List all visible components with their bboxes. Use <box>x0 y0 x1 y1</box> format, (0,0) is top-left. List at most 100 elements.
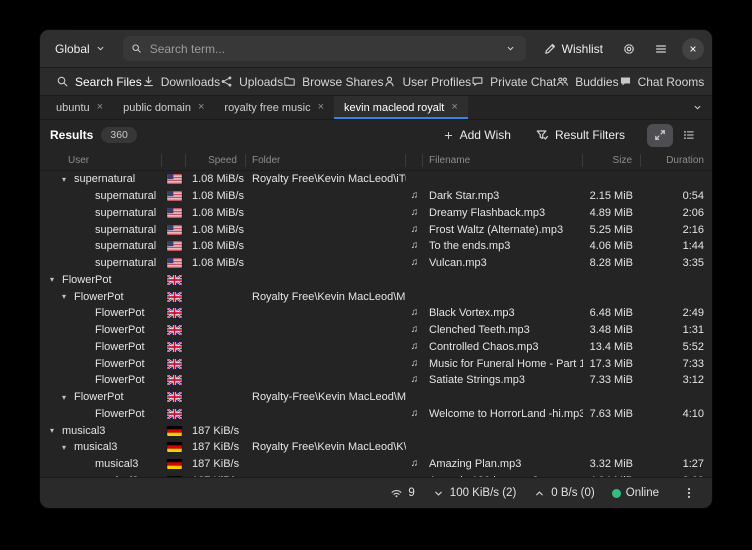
expander-icon[interactable]: ▾ <box>59 393 69 402</box>
column-header-user[interactable]: User <box>40 154 162 167</box>
list-view-toggle[interactable] <box>676 124 702 147</box>
add-wish-button[interactable]: Add Wish <box>435 124 519 146</box>
country-flag-cell <box>162 325 186 335</box>
column-header-folder[interactable]: Folder <box>246 154 406 167</box>
size-cell: 7.33 MiB <box>583 374 641 386</box>
table-row[interactable]: musical3187 KiB/s♫Amazing Plan.mp33.32 M… <box>40 456 712 473</box>
wishlist-button[interactable]: Wishlist <box>536 38 610 60</box>
gb-flag-icon <box>167 292 182 302</box>
table-row[interactable]: supernatural1.08 MiB/s♫Frost Waltz (Alte… <box>40 221 712 238</box>
status-bar: 9 100 KiB/s (2) 0 B/s (0) Online <box>40 477 712 508</box>
column-header-size[interactable]: Size <box>583 154 641 167</box>
toolbar-item-search-files[interactable]: Search Files <box>56 75 142 89</box>
toolbar-item-private-chat[interactable]: Private Chat <box>471 75 556 89</box>
table-row[interactable]: ▾FlowerPot <box>40 272 712 289</box>
us-flag-icon <box>167 258 182 268</box>
search-tab-royalty-free-music[interactable]: royalty free music× <box>214 96 334 119</box>
filename-cell: Music for Funeral Home - Part 11.m <box>423 358 583 370</box>
window-close-button[interactable] <box>682 38 704 60</box>
table-row[interactable]: ▾supernatural1.08 MiB/sRoyalty Free\Kevi… <box>40 171 712 188</box>
table-row[interactable]: supernatural1.08 MiB/s♫Vulcan.mp38.28 Mi… <box>40 255 712 272</box>
expander-icon[interactable]: ▾ <box>47 275 57 284</box>
toolbar-item-uploads[interactable]: Uploads <box>220 75 283 89</box>
search-tab-kevin-macleod-royalt[interactable]: kevin macleod royalt × <box>334 96 468 119</box>
online-status-button[interactable]: Online <box>612 487 659 499</box>
table-row[interactable]: ▾musical3187 KiB/sRoyalty Free\Kevin Mac… <box>40 439 712 456</box>
filetype-cell: ♫ <box>406 225 423 235</box>
country-flag-cell <box>162 342 186 352</box>
tab-close-icon[interactable]: × <box>451 102 457 113</box>
expand-collapse-toggle[interactable] <box>647 124 673 147</box>
toolbar-item-user-profiles[interactable]: User Profiles <box>383 75 471 89</box>
chatrooms-icon <box>619 75 632 88</box>
tab-close-icon[interactable]: × <box>198 102 204 113</box>
table-row[interactable]: FlowerPot♫Clenched Teeth.mp33.48 MiB1:31 <box>40 322 712 339</box>
search-input[interactable] <box>148 41 493 57</box>
upload-speed-status[interactable]: 0 B/s (0) <box>533 487 594 500</box>
toolbar-item-chat-rooms[interactable]: Chat Rooms <box>619 75 705 89</box>
duration-cell: 4:10 <box>641 408 712 420</box>
download-speed-status[interactable]: 100 KiB/s (2) <box>432 487 516 500</box>
filetype-cell: ♫ <box>406 459 423 469</box>
table-row[interactable]: ▾FlowerPotRoyalty Free\Kevin MacLeod\Mus… <box>40 288 712 305</box>
user-cell: ▾FlowerPot <box>40 274 162 286</box>
table-row[interactable]: ▾musical3187 KiB/s <box>40 422 712 439</box>
add-wish-label: Add Wish <box>460 128 511 142</box>
column-header-speed[interactable]: Speed <box>186 154 246 167</box>
filetype-cell: ♫ <box>406 409 423 419</box>
search-tab-label: kevin macleod royalt <box>344 102 444 114</box>
gb-flag-icon <box>167 392 182 402</box>
toolbar-item-downloads[interactable]: Downloads <box>142 75 220 89</box>
result-filters-button[interactable]: Result Filters <box>527 124 633 146</box>
search-history-dropdown[interactable] <box>499 38 523 59</box>
column-header-filetype[interactable] <box>406 154 423 167</box>
username: supernatural <box>95 257 156 269</box>
table-row[interactable]: ▾FlowerPotRoyalty-Free\Kevin MacLeod\Mus… <box>40 389 712 406</box>
expander-icon[interactable]: ▾ <box>59 175 69 184</box>
table-row[interactable]: supernatural1.08 MiB/s♫Dreamy Flashback.… <box>40 205 712 222</box>
preferences-button[interactable] <box>616 37 642 61</box>
column-header-country[interactable] <box>162 154 186 167</box>
toolbar-item-buddies[interactable]: Buddies <box>556 75 618 89</box>
status-menu-button[interactable] <box>676 481 702 505</box>
expander-icon[interactable]: ▾ <box>47 426 57 435</box>
user-cell: FlowerPot <box>40 341 162 353</box>
size-cell: 4.89 MiB <box>583 207 641 219</box>
us-flag-icon <box>167 208 182 218</box>
table-row[interactable]: supernatural1.08 MiB/s♫Dark Star.mp32.15… <box>40 188 712 205</box>
column-header-duration[interactable]: Duration <box>641 154 712 167</box>
tab-close-icon[interactable]: × <box>97 102 103 113</box>
expander-icon[interactable]: ▾ <box>59 443 69 452</box>
table-row[interactable]: FlowerPot♫Controlled Chaos.mp313.4 MiB5:… <box>40 339 712 356</box>
music-note-icon: ♫ <box>411 225 419 235</box>
tabs-overflow-button[interactable] <box>682 96 712 119</box>
de-flag-icon <box>167 426 182 436</box>
filetype-cell: ♫ <box>406 359 423 369</box>
table-row[interactable]: FlowerPot♫Welcome to HorrorLand -hi.mp37… <box>40 406 712 423</box>
table-row[interactable]: FlowerPot♫Black Vortex.mp36.48 MiB2:49 <box>40 305 712 322</box>
tab-close-icon[interactable]: × <box>318 102 324 113</box>
music-note-icon: ♫ <box>411 342 419 352</box>
search-scope-dropdown[interactable]: Global <box>48 38 113 60</box>
list-icon <box>682 128 696 142</box>
toolbar-item-browse-shares[interactable]: Browse Shares <box>283 75 383 89</box>
duration-cell: 1:31 <box>641 324 712 336</box>
column-header-filename[interactable]: Filename <box>423 154 583 167</box>
size-cell: 17.3 MiB <box>583 358 641 370</box>
expander-icon[interactable]: ▾ <box>59 292 69 301</box>
main-menu-button[interactable] <box>648 37 674 61</box>
username: FlowerPot <box>95 358 145 370</box>
result-filters-label: Result Filters <box>555 128 625 142</box>
filename-cell: To the ends.mp3 <box>423 240 583 252</box>
toolbar-item-label: Browse Shares <box>302 75 383 89</box>
user-cell: FlowerPot <box>40 307 162 319</box>
table-row[interactable]: supernatural1.08 MiB/s♫To the ends.mp34.… <box>40 238 712 255</box>
table-row[interactable]: FlowerPot ♫Music for Funeral Home - Part … <box>40 355 712 372</box>
table-row[interactable]: FlowerPot♫Satiate Strings.mp37.33 MiB3:1… <box>40 372 712 389</box>
search-tab-ubuntu[interactable]: ubuntu× <box>46 96 113 119</box>
duration-cell: 2:16 <box>641 224 712 236</box>
search-entry[interactable] <box>123 36 526 61</box>
search-tab-public-domain[interactable]: public domain× <box>113 96 214 119</box>
duration-cell: 7:33 <box>641 358 712 370</box>
connections-status[interactable]: 9 <box>390 487 414 500</box>
